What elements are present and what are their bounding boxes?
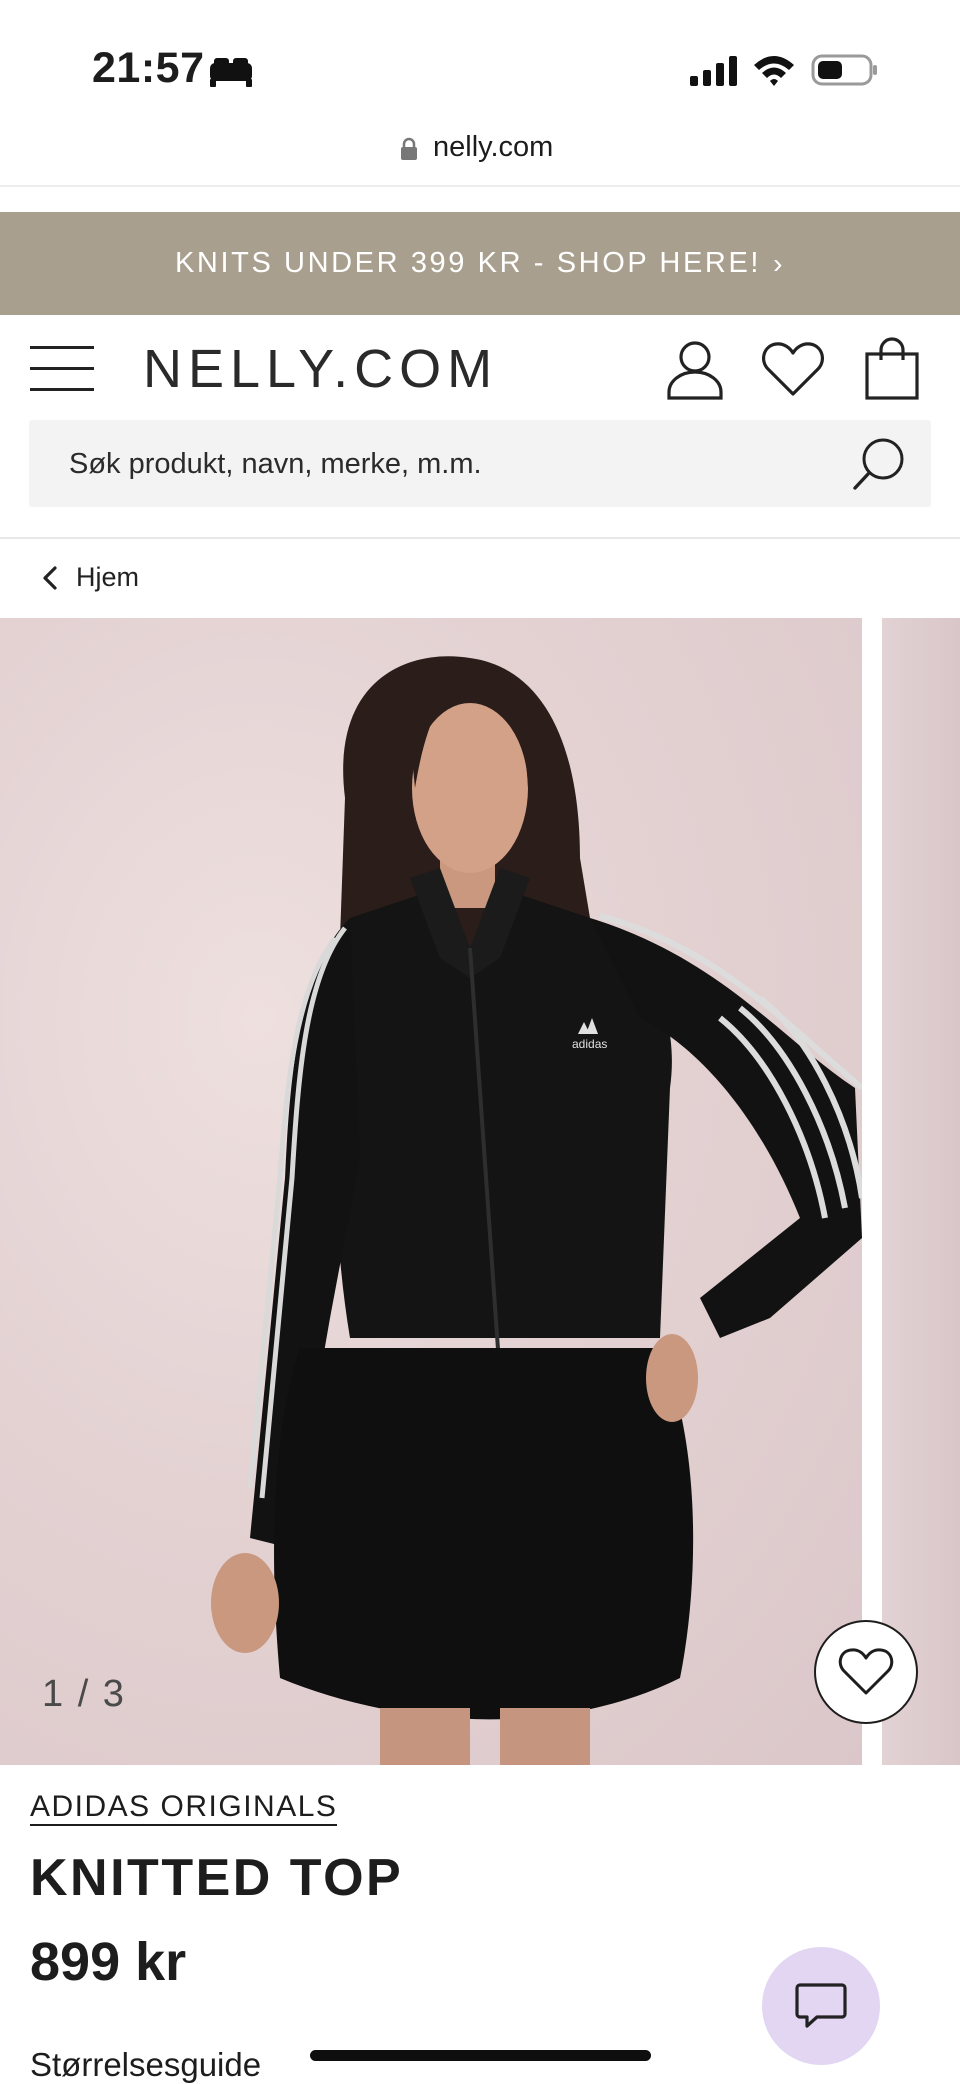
account-icon[interactable] bbox=[666, 340, 724, 400]
image-counter: 1 / 3 bbox=[42, 1673, 126, 1715]
nelly-logo[interactable]: NELLY.COM bbox=[143, 338, 498, 400]
chat-bubble-icon bbox=[795, 1983, 847, 2028]
signal-icon bbox=[690, 56, 737, 86]
chevron-right-icon: › bbox=[773, 247, 785, 279]
search-input[interactable]: Søk produkt, navn, merke, m.m. bbox=[29, 420, 931, 507]
back-label: Hjem bbox=[76, 562, 140, 592]
heart-icon bbox=[838, 1648, 894, 1695]
size-guide-link[interactable]: Størrelsesguide bbox=[30, 2046, 261, 2084]
header-divider bbox=[0, 537, 960, 539]
wifi-icon bbox=[754, 56, 794, 86]
product-title: KNITTED TOP bbox=[30, 1849, 404, 1907]
battery-icon bbox=[811, 54, 877, 86]
chat-button[interactable] bbox=[762, 1947, 880, 2065]
back-link[interactable]: Hjem bbox=[40, 562, 139, 593]
svg-text:adidas: adidas bbox=[572, 1037, 607, 1051]
promo-text: KNITS UNDER 399 KR - SHOP HERE! bbox=[174, 247, 762, 279]
model-illustration: adidas bbox=[211, 656, 862, 1765]
url-divider bbox=[0, 185, 960, 187]
bag-icon[interactable] bbox=[864, 336, 920, 400]
menu-icon[interactable] bbox=[30, 344, 96, 394]
product-price: 899 kr bbox=[30, 1932, 187, 1992]
status-time: 21:57 bbox=[92, 44, 205, 92]
sleep-bed-icon bbox=[210, 58, 252, 87]
url-text[interactable]: nelly.com bbox=[433, 131, 553, 164]
wishlist-icon[interactable] bbox=[761, 340, 825, 398]
promo-banner[interactable]: KNITS UNDER 399 KR - SHOP HERE! › bbox=[0, 212, 960, 315]
lock-icon bbox=[401, 137, 417, 160]
chevron-left-icon bbox=[43, 565, 57, 590]
add-to-wishlist-button[interactable] bbox=[814, 1620, 918, 1724]
search-icon[interactable] bbox=[851, 436, 907, 492]
product-image[interactable]: adidas bbox=[0, 618, 862, 1765]
search-placeholder: Søk produkt, navn, merke, m.m. bbox=[69, 448, 482, 480]
home-indicator[interactable] bbox=[310, 2050, 651, 2061]
next-image-preview[interactable] bbox=[882, 618, 960, 1765]
brand-link[interactable]: ADIDAS ORIGINALS bbox=[30, 1790, 338, 1826]
